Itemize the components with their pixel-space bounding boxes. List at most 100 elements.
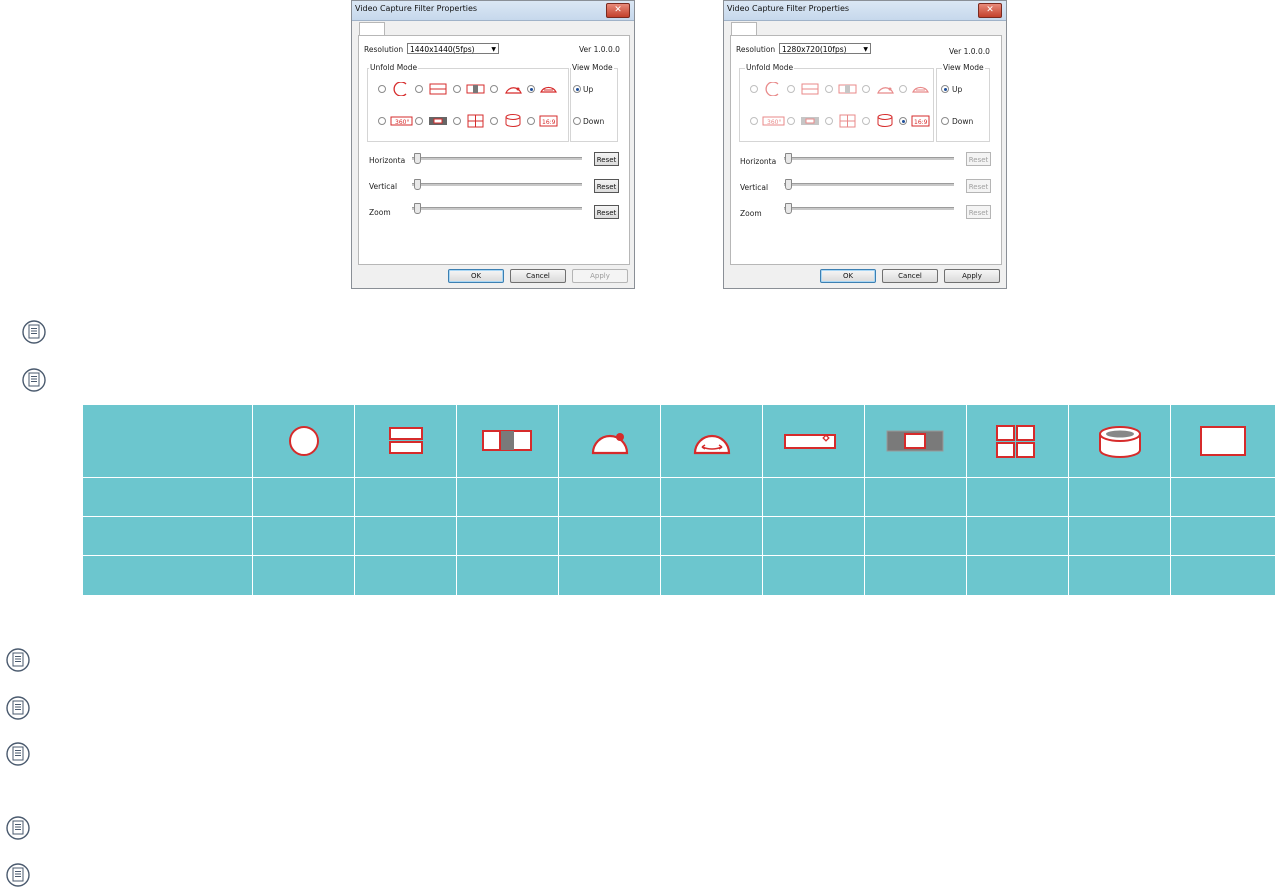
mode-radio-fisheye[interactable]: [750, 85, 758, 93]
ok-button[interactable]: OK: [448, 269, 504, 283]
mode-radio-dome-up[interactable]: [862, 85, 870, 93]
table-col-divider: [660, 405, 661, 595]
chevron-down-icon: ▼: [863, 46, 868, 53]
note-icon: [6, 863, 30, 887]
ptz-icon: [838, 84, 857, 94]
properties-dialog-left: Video Capture Filter Properties ✕ Resolu…: [351, 0, 635, 289]
note-icon: [22, 368, 46, 392]
mode-radio-dome-pan[interactable]: [899, 85, 907, 93]
unfold-mode-group: [367, 68, 569, 142]
center-crop-icon: [801, 117, 819, 125]
vertical-slider-thumb[interactable]: [785, 179, 792, 190]
close-button[interactable]: ✕: [606, 3, 630, 18]
zoom-slider-thumb[interactable]: [414, 203, 421, 214]
mode-radio-16-9[interactable]: [527, 117, 535, 125]
view-mode-label: View Mode: [571, 63, 614, 72]
view-up-radio[interactable]: [573, 85, 581, 93]
table-col-divider: [354, 405, 355, 595]
resolution-select[interactable]: 1280x720(10fps) ▼: [779, 43, 871, 54]
mode-radio-dome-up[interactable]: [490, 85, 498, 93]
zoom-reset-button[interactable]: Reset: [594, 205, 619, 219]
mode-radio-quad[interactable]: [453, 117, 461, 125]
vertical-slider[interactable]: [412, 183, 582, 186]
table-col-divider: [1068, 405, 1069, 595]
note-icon: [6, 742, 30, 766]
rectangle-icon: 16:9: [539, 115, 558, 127]
view-mode-group: [570, 68, 618, 142]
zoom-slider-thumb[interactable]: [785, 203, 792, 214]
apply-button[interactable]: Apply: [944, 269, 1000, 283]
mode-radio-panorama-2[interactable]: [787, 85, 795, 93]
vertical-reset-button[interactable]: Reset: [966, 179, 991, 193]
close-button[interactable]: ✕: [978, 3, 1002, 18]
horizontal-reset-button[interactable]: Reset: [594, 152, 619, 166]
vertical-slider-thumb[interactable]: [414, 179, 421, 190]
mode-radio-fisheye[interactable]: [378, 85, 386, 93]
quad-icon: [467, 114, 484, 128]
cancel-button[interactable]: Cancel: [510, 269, 566, 283]
rectangle-icon: [1200, 426, 1246, 456]
version-text: Ver 1.0.0.0: [949, 47, 990, 56]
table-col-divider: [558, 405, 559, 595]
version-text: Ver 1.0.0.0: [579, 45, 620, 54]
cylinder-icon: [1099, 426, 1141, 458]
zoom-slider[interactable]: [412, 207, 582, 210]
horizontal-slider-thumb[interactable]: [414, 153, 421, 164]
mode-radio-dome-pan[interactable]: [527, 85, 535, 93]
zoom-reset-button[interactable]: Reset: [966, 205, 991, 219]
zoom-slider[interactable]: [784, 207, 954, 210]
mode-radio-center-crop[interactable]: [787, 117, 795, 125]
view-up-label: Up: [952, 85, 963, 94]
fisheye-icon: [765, 82, 779, 96]
mode-radio-ptz[interactable]: [453, 85, 461, 93]
cancel-button[interactable]: Cancel: [882, 269, 938, 283]
fisheye-icon: [393, 82, 407, 96]
mode-radio-panorama-2[interactable]: [415, 85, 423, 93]
mode-radio-quad[interactable]: [825, 117, 833, 125]
panorama-2-icon: [429, 83, 447, 95]
tab-header[interactable]: [731, 22, 757, 36]
view-up-radio[interactable]: [941, 85, 949, 93]
mode-360-label: 360°: [395, 119, 409, 126]
close-icon: ✕: [986, 5, 994, 15]
vertical-reset-button[interactable]: Reset: [594, 179, 619, 193]
title-bar[interactable]: Video Capture Filter Properties ✕: [724, 1, 1006, 21]
table-col-divider: [864, 405, 865, 595]
view-down-radio[interactable]: [573, 117, 581, 125]
view-down-label: Down: [583, 117, 605, 126]
panorama-2-icon: [801, 83, 819, 95]
resolution-select[interactable]: 1440x1440(5fps) ▼: [407, 43, 499, 54]
mode-radio-cylinder[interactable]: [862, 117, 870, 125]
dome-up-icon: [591, 433, 629, 455]
panorama-2-icon: [389, 427, 423, 454]
mode-360-label: 360°: [767, 119, 781, 126]
note-icon: [6, 648, 30, 672]
ok-button[interactable]: OK: [820, 269, 876, 283]
table-row-divider: [83, 555, 1275, 556]
mode-radio-360[interactable]: [750, 117, 758, 125]
horizontal-slider[interactable]: [784, 157, 954, 160]
view-down-radio[interactable]: [941, 117, 949, 125]
mode-16-9-label: 16:9: [914, 119, 928, 126]
table-row-divider: [83, 477, 1275, 478]
vertical-slider[interactable]: [784, 183, 954, 186]
note-icon: [6, 696, 30, 720]
apply-button[interactable]: Apply: [572, 269, 628, 283]
table-col-divider: [966, 405, 967, 595]
horizontal-reset-button[interactable]: Reset: [966, 152, 991, 166]
ptz-icon: [482, 430, 532, 451]
center-crop-icon: [886, 430, 944, 452]
mode-radio-ptz[interactable]: [825, 85, 833, 93]
mode-radio-16-9[interactable]: [899, 117, 907, 125]
mode-radio-center-crop[interactable]: [415, 117, 423, 125]
horizontal-slider[interactable]: [412, 157, 582, 160]
tab-header[interactable]: [359, 22, 385, 36]
vertical-label: Vertical: [369, 182, 398, 191]
title-bar[interactable]: Video Capture Filter Properties ✕: [352, 1, 634, 21]
mode-radio-360[interactable]: [378, 117, 386, 125]
horizontal-slider-thumb[interactable]: [785, 153, 792, 164]
note-icon: [6, 816, 30, 840]
mode-table: [83, 405, 1275, 595]
resolution-label: Resolution: [736, 45, 776, 54]
mode-radio-cylinder[interactable]: [490, 117, 498, 125]
